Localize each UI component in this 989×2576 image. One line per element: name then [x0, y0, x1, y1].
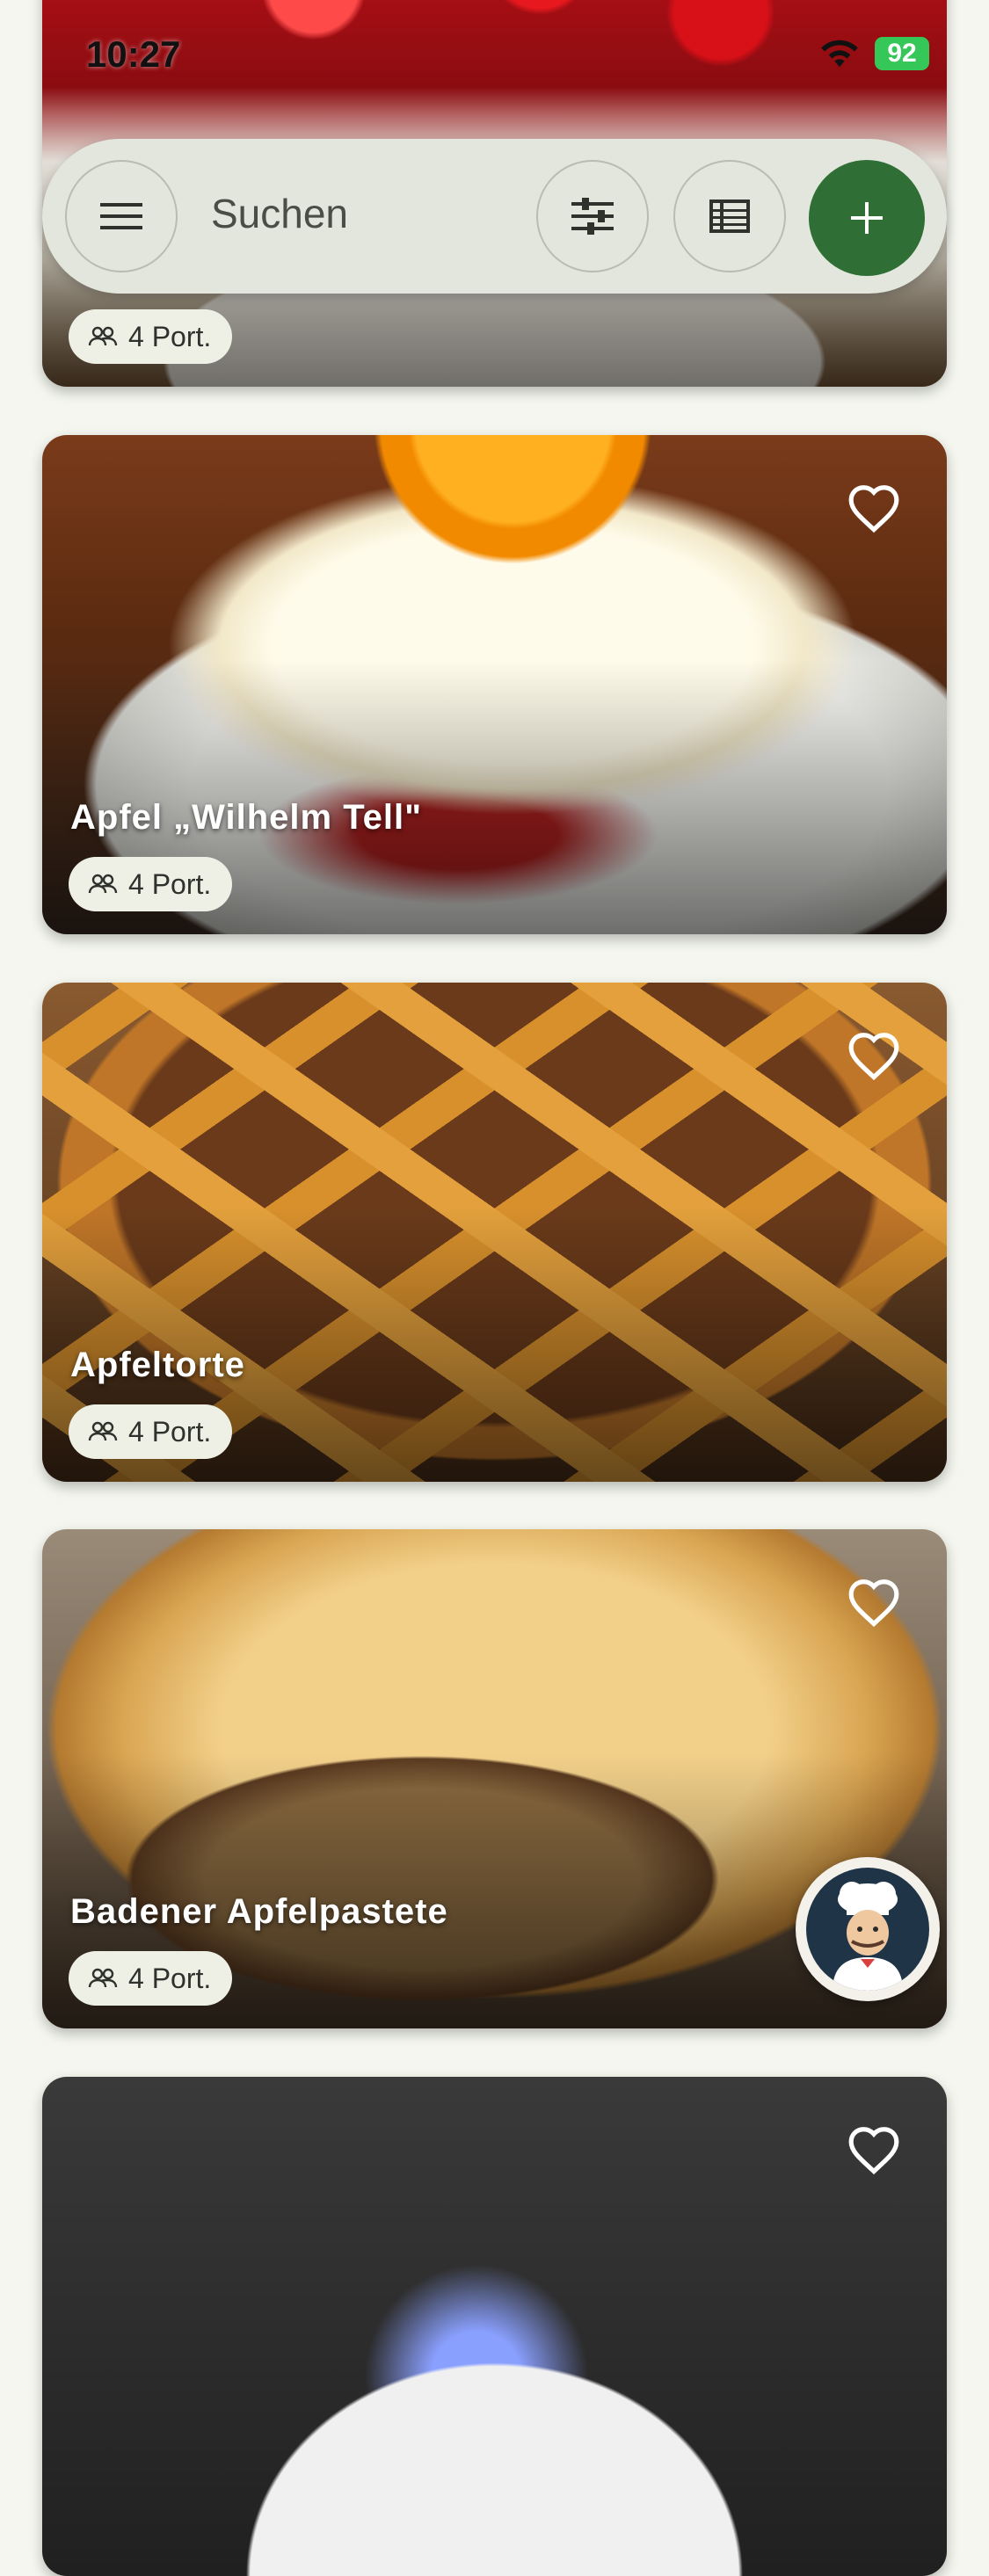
heart-outline-icon[interactable]	[847, 481, 901, 535]
chef-assistant-button[interactable]	[796, 1857, 940, 2001]
recipe-card[interactable]	[42, 2077, 947, 2576]
status-bar: 10:27 92	[0, 0, 989, 105]
people-icon	[88, 1421, 118, 1441]
portions-label: 4 Port.	[128, 867, 212, 900]
portions-label: 4 Port.	[128, 1415, 212, 1448]
battery-indicator: 92	[875, 37, 929, 70]
people-icon	[88, 326, 118, 346]
portions-label: 4 Port.	[128, 320, 212, 352]
heart-outline-icon[interactable]	[847, 2122, 901, 2177]
chef-avatar-icon	[833, 1882, 903, 1991]
battery-level: 92	[887, 39, 917, 68]
filter-icon	[571, 198, 614, 235]
recipe-card[interactable]: Apfel „Wilhelm Tell" 4 Port.	[42, 435, 947, 934]
search-input[interactable]: Suchen	[211, 190, 348, 237]
filter-button[interactable]	[536, 160, 649, 272]
recipe-card[interactable]: Apfeltorte 4 Port.	[42, 983, 947, 1482]
recipe-image	[42, 2077, 947, 2576]
menu-button[interactable]	[65, 160, 178, 272]
recipe-title: Badener Apfelpastete	[70, 1892, 448, 1931]
people-icon	[88, 874, 118, 894]
heart-outline-icon[interactable]	[847, 1575, 901, 1629]
menu-icon	[100, 203, 142, 229]
people-icon	[88, 1968, 118, 1988]
portions-chip: 4 Port.	[69, 857, 233, 911]
recipe-title: Apfel „Wilhelm Tell"	[70, 798, 423, 837]
list-view-button[interactable]	[673, 160, 786, 272]
search-bar: Suchen	[42, 139, 947, 294]
list-view-icon	[709, 200, 750, 233]
portions-chip: 4 Port.	[69, 1951, 233, 2006]
status-time: 10:27	[86, 33, 181, 75]
portions-chip: 4 Port.	[69, 1404, 233, 1459]
recipe-title: Apfeltorte	[70, 1346, 245, 1384]
add-recipe-button[interactable]	[809, 160, 925, 276]
portions-label: 4 Port.	[128, 1962, 212, 1994]
wifi-icon	[821, 40, 858, 68]
add-icon	[851, 202, 883, 234]
portions-chip: 4 Port.	[69, 309, 233, 364]
heart-outline-icon[interactable]	[847, 1028, 901, 1083]
